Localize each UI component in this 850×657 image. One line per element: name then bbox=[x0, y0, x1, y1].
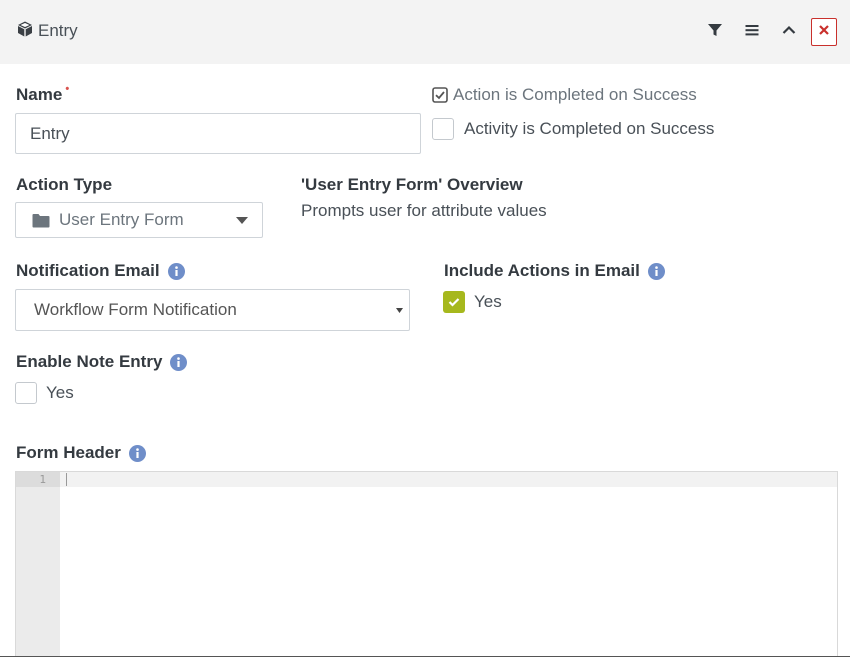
name-label-text: Name bbox=[16, 85, 63, 104]
caret-down-icon bbox=[236, 217, 248, 224]
include-actions-label-text: Include Actions in Email bbox=[444, 261, 640, 280]
include-actions-checkbox[interactable]: Yes bbox=[443, 291, 502, 313]
menu-button[interactable] bbox=[739, 18, 765, 46]
notification-email-select[interactable]: Workflow Form Notification bbox=[15, 289, 410, 331]
action-completed-label: Action is Completed on Success bbox=[453, 85, 697, 104]
enable-note-entry-yes: Yes bbox=[46, 383, 74, 402]
editor-active-line bbox=[60, 472, 837, 487]
action-type-label-text: Action Type bbox=[16, 175, 113, 194]
line-number: 1 bbox=[39, 473, 46, 486]
filter-button[interactable] bbox=[702, 18, 728, 46]
enable-note-entry-label: Enable Note Entry bbox=[16, 352, 188, 372]
activity-completed-label: Activity is Completed on Success bbox=[464, 119, 715, 138]
action-type-selected: User Entry Form bbox=[59, 210, 184, 229]
checkbox-checked[interactable] bbox=[443, 291, 465, 313]
caret-down-icon bbox=[396, 308, 403, 313]
folder-icon bbox=[32, 213, 50, 228]
collapse-button[interactable] bbox=[776, 18, 802, 46]
name-input[interactable] bbox=[15, 113, 421, 154]
enable-note-entry-checkbox[interactable]: Yes bbox=[15, 382, 74, 404]
include-actions-label: Include Actions in Email bbox=[444, 261, 665, 281]
menu-icon bbox=[744, 22, 760, 43]
enable-note-entry-label-text: Enable Note Entry bbox=[16, 352, 163, 371]
chevron-up-icon bbox=[781, 22, 797, 43]
include-actions-yes: Yes bbox=[474, 292, 502, 311]
form-header-label-text: Form Header bbox=[16, 443, 121, 462]
name-label: Name • bbox=[16, 83, 70, 105]
info-icon[interactable] bbox=[647, 262, 665, 280]
panel-title: Entry bbox=[16, 19, 78, 43]
form-header-code-editor[interactable]: 1 bbox=[15, 471, 838, 657]
info-icon[interactable] bbox=[167, 262, 185, 280]
form-header-label: Form Header bbox=[16, 443, 146, 463]
checked-box-icon bbox=[432, 87, 448, 103]
info-icon[interactable] bbox=[128, 444, 146, 462]
enable-note-entry-box[interactable] bbox=[15, 382, 37, 404]
overview-title: 'User Entry Form' Overview bbox=[301, 175, 523, 194]
filter-icon bbox=[707, 22, 723, 43]
activity-completed-checkbox[interactable]: Activity is Completed on Success bbox=[432, 118, 714, 140]
action-type-label: Action Type bbox=[16, 175, 112, 195]
editor-gutter bbox=[16, 472, 60, 657]
close-button[interactable] bbox=[811, 18, 837, 46]
notification-email-label-text: Notification Email bbox=[16, 261, 160, 280]
cube-icon bbox=[16, 20, 38, 43]
action-type-picker[interactable]: User Entry Form bbox=[15, 202, 263, 238]
close-icon bbox=[818, 23, 830, 41]
panel-header: Entry bbox=[0, 0, 850, 64]
check-icon bbox=[448, 298, 460, 307]
panel-title-text: Entry bbox=[38, 21, 78, 40]
text-cursor bbox=[66, 473, 67, 486]
action-completed-checkbox[interactable]: Action is Completed on Success bbox=[432, 85, 697, 105]
info-icon[interactable] bbox=[170, 353, 188, 371]
activity-completed-box[interactable] bbox=[432, 118, 454, 140]
notification-email-selected: Workflow Form Notification bbox=[34, 300, 237, 319]
notification-email-label: Notification Email bbox=[16, 261, 185, 281]
overview-description: Prompts user for attribute values bbox=[301, 201, 547, 220]
required-indicator: • bbox=[65, 83, 70, 95]
